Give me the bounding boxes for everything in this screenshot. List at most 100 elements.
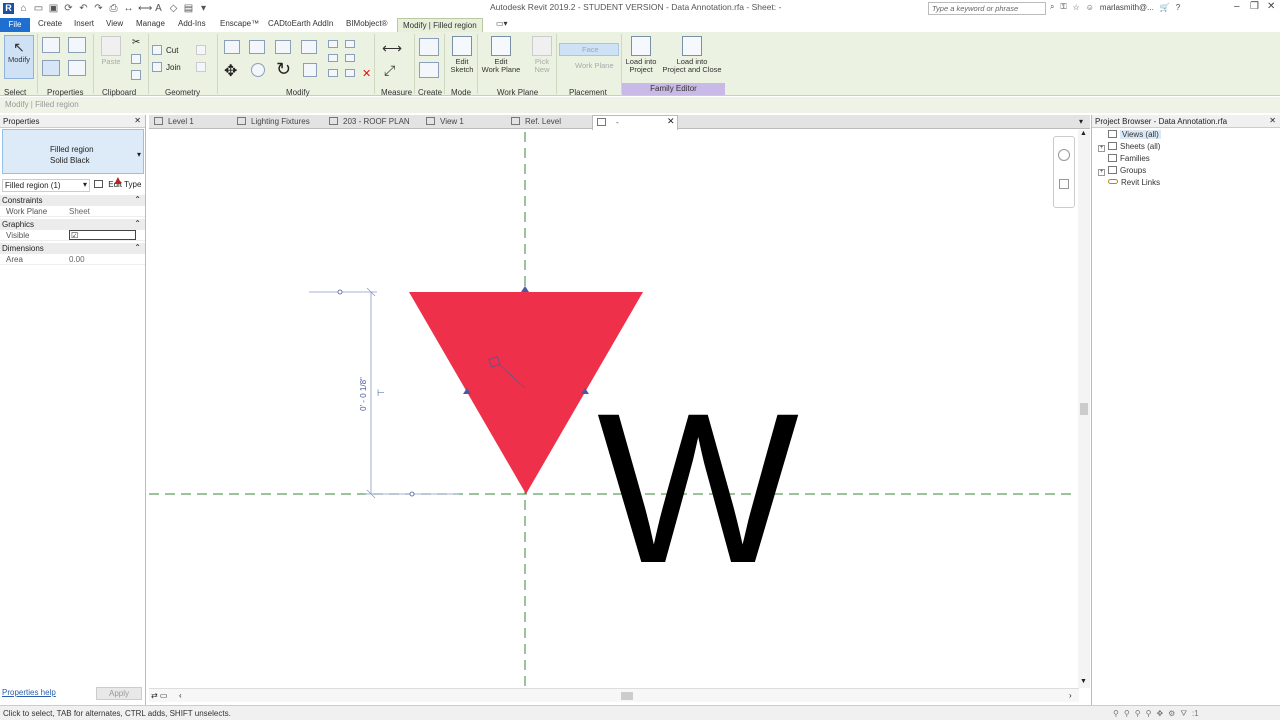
dimension-icon[interactable]: ⟷ [138,3,152,14]
align-icon[interactable] [224,40,240,54]
family-types-icon[interactable] [68,37,86,53]
subscription-icon[interactable]: ⚿ [1060,2,1066,12]
scale-icon[interactable] [328,69,338,77]
view-tab-sheet[interactable]: - [592,115,678,130]
tab-enscape[interactable]: Enscape™ [220,19,259,28]
view-tab-lighting-fixtures[interactable]: Lighting Fixtures [237,117,310,126]
view-tab-level-1[interactable]: Level 1 [154,117,194,126]
tab-create[interactable]: Create [38,19,62,28]
array-icon[interactable] [328,54,338,62]
copy-elements-icon[interactable] [251,63,265,77]
tab-manage[interactable]: Manage [136,19,165,28]
cart-icon[interactable]: 🛒 [1160,3,1170,12]
match-type-icon[interactable] [131,70,141,80]
work-plane-placement-button[interactable]: Work Plane [559,60,619,73]
dimension-text[interactable]: 0' - 0 1/8" [359,377,368,411]
section-graphics[interactable]: Graphics ⌃ [0,219,145,230]
visible-checkbox[interactable]: ☑ [69,230,136,240]
mirror-draw-icon[interactable] [301,40,317,54]
tree-item-views[interactable]: Views (all) [1108,130,1161,139]
text-icon[interactable]: A [153,3,164,14]
apply-button[interactable]: Apply [96,687,142,700]
print-icon[interactable]: ⎙ [108,3,119,14]
redo-icon[interactable]: ↷ [93,3,104,14]
home-icon[interactable]: ⌂ [18,3,29,14]
minimize-icon[interactable]: – [1234,1,1240,12]
join-geometry-icon[interactable] [152,62,162,72]
create-similar-icon[interactable] [419,62,439,78]
tree-item-groups[interactable]: + Groups [1098,166,1146,176]
measure-icon[interactable]: ↔ [123,3,134,14]
edit-sketch-button[interactable]: Edit Sketch [448,36,476,74]
filter-icon[interactable]: ⛛ [1180,709,1187,719]
offset-icon[interactable] [249,40,265,54]
close-icon[interactable]: ✕ [1267,1,1275,12]
collapse-icon[interactable]: ⌃ [134,243,141,252]
grip-icon[interactable] [521,286,529,292]
unpin-icon[interactable] [345,69,355,77]
user-icon[interactable]: ☺ [1086,3,1094,12]
expand-icon[interactable]: + [1098,145,1105,152]
cut-icon[interactable]: ✂ [132,37,140,48]
select-underlay-icon[interactable]: ⚲ [1124,709,1130,719]
label-w[interactable]: W [597,382,799,596]
trim-extend-icon[interactable] [303,63,317,77]
move-icon[interactable]: ✥ [224,61,237,81]
properties-help-link[interactable]: Properties help [2,688,56,697]
select-by-face-icon[interactable]: ⚲ [1146,709,1152,719]
paste-button[interactable]: Paste [100,36,122,66]
pin-icon[interactable] [345,54,355,62]
edit-work-plane-button[interactable]: Edit Work Plane [480,36,522,74]
split-face-icon[interactable] [196,62,206,72]
steering-wheel-icon[interactable] [1058,149,1070,161]
properties-icon[interactable] [42,60,60,76]
expand-icon[interactable]: + [1098,169,1105,176]
tree-item-sheets[interactable]: + Sheets (all) [1098,142,1160,152]
trim-single-icon[interactable] [345,40,355,48]
user-name[interactable]: marlasmith@... [1100,3,1154,12]
scroll-left-icon[interactable]: ‹ [179,691,182,700]
help-icon[interactable]: ? [1176,3,1180,12]
load-into-project-button[interactable]: Load into Project [624,36,658,74]
cut-label[interactable]: Cut [166,46,178,55]
favorites-icon[interactable]: ☆ [1073,3,1080,12]
group-select[interactable]: Select [4,88,26,97]
aligned-dimension-icon[interactable]: ⤢ [384,62,395,79]
filter-count[interactable]: :1 [1192,709,1199,719]
collapse-icon[interactable]: ⌃ [134,219,141,228]
open-icon[interactable]: ▭ [33,3,44,14]
type-properties-icon[interactable] [42,37,60,53]
wall-joins-icon[interactable] [196,45,206,55]
search-input[interactable]: Type a keyword or phrase [928,2,1046,15]
face-placement-button[interactable]: Face [559,43,619,56]
chevron-down-icon[interactable]: ▾ [137,150,141,159]
tab-overflow-icon[interactable]: ▭▾ [496,19,508,28]
horizontal-scrollbar[interactable]: ⇄ ▭ ‹ › [149,688,1079,702]
tab-file[interactable]: File [0,18,30,32]
cut-geometry-icon[interactable] [152,45,162,55]
search-icon[interactable]: ⌕ [1050,2,1054,12]
split-element-icon[interactable] [328,40,338,48]
drag-elements-icon[interactable]: ✥ [1156,709,1163,719]
view-tab-ref-level[interactable]: Ref. Level [511,117,561,126]
dimension-grip-icon[interactable] [409,491,415,497]
tree-item-families[interactable]: Families [1108,154,1150,163]
view-tab-view-1[interactable]: View 1 [426,117,464,126]
tab-modify-filled-region[interactable]: Modify | Filled region [397,18,483,33]
close-hidden-icon[interactable]: ▾ [198,3,209,14]
3d-view-icon[interactable]: ◇ [168,3,179,14]
scroll-down-icon[interactable]: ▼ [1080,678,1087,685]
background-process-icon[interactable]: ⚙ [1168,709,1175,719]
join-label[interactable]: Join [166,63,181,72]
copy-icon[interactable] [131,54,141,64]
create-group-icon[interactable] [419,38,439,56]
lock-dimension-icon[interactable]: ⊢ [377,388,385,398]
pick-new-button[interactable]: Pick New [530,36,554,74]
view-tab-roof-plan[interactable]: 203 - ROOF PLAN [329,117,410,126]
tab-add-ins[interactable]: Add-Ins [178,19,206,28]
tab-insert[interactable]: Insert [74,19,94,28]
section-dimensions[interactable]: Dimensions ⌃ [0,243,145,254]
collapse-icon[interactable]: ⌃ [134,195,141,204]
scroll-up-icon[interactable]: ▲ [1080,130,1087,137]
tree-item-revit-links[interactable]: Revit Links [1108,178,1160,187]
